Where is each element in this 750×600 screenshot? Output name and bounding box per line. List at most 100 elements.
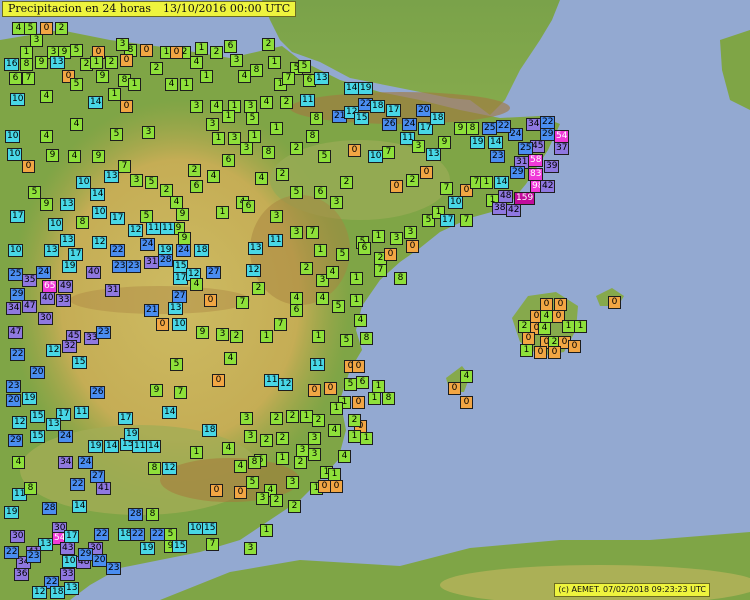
station-value: 22 bbox=[130, 528, 146, 541]
station-value: 18 bbox=[370, 100, 386, 113]
station-value: 3 bbox=[206, 118, 219, 131]
station-value: 1 bbox=[190, 446, 203, 459]
station-value: 10 bbox=[76, 176, 92, 189]
station-value: 2 bbox=[260, 434, 273, 447]
station-value: 5 bbox=[70, 78, 83, 91]
station-value: 1 bbox=[520, 344, 533, 357]
station-value: 1 bbox=[128, 78, 141, 91]
station-value: 1 bbox=[180, 78, 193, 91]
station-value: 2 bbox=[288, 500, 301, 513]
station-value: 4 bbox=[316, 292, 329, 305]
station-value: 14 bbox=[90, 188, 106, 201]
station-value: 5 bbox=[298, 60, 311, 73]
station-value: 54 bbox=[554, 130, 570, 143]
station-value: 7 bbox=[118, 160, 131, 173]
station-value: 28 bbox=[158, 254, 174, 267]
station-value: 23 bbox=[106, 562, 122, 575]
station-value: 6 bbox=[224, 40, 237, 53]
station-value: 5 bbox=[110, 128, 123, 141]
station-value: 0 bbox=[448, 382, 461, 395]
station-value: 1 bbox=[350, 272, 363, 285]
station-value: 17 bbox=[440, 214, 456, 227]
station-value: 10 bbox=[62, 555, 78, 568]
station-value: 10 bbox=[8, 244, 24, 257]
station-value: 21 bbox=[144, 304, 160, 317]
station-value: 40 bbox=[40, 292, 56, 305]
station-value: 1 bbox=[314, 244, 327, 257]
station-value: 32 bbox=[62, 340, 78, 353]
station-value: 1 bbox=[195, 42, 208, 55]
station-value: 10 bbox=[92, 206, 108, 219]
station-value: 0 bbox=[460, 396, 473, 409]
station-value: 2 bbox=[105, 56, 118, 69]
station-value: 4 bbox=[460, 370, 473, 383]
station-value: 28 bbox=[128, 508, 144, 521]
station-value: 29 bbox=[510, 166, 526, 179]
station-value: 4 bbox=[338, 450, 351, 463]
station-value: 29 bbox=[8, 434, 24, 447]
station-value: 8 bbox=[146, 508, 159, 521]
station-value: 13 bbox=[168, 302, 184, 315]
station-value: 2 bbox=[270, 494, 283, 507]
station-value: 12 bbox=[12, 416, 28, 429]
station-value: 14 bbox=[72, 500, 88, 513]
station-value: 11 bbox=[268, 234, 284, 247]
station-value: 5 bbox=[290, 186, 303, 199]
station-value: 4 bbox=[190, 278, 203, 291]
station-value: 8 bbox=[76, 216, 89, 229]
station-value: 3 bbox=[190, 100, 203, 113]
station-value: 22 bbox=[496, 120, 512, 133]
station-value: 23 bbox=[6, 380, 22, 393]
station-value: 2 bbox=[286, 410, 299, 423]
station-value: 1 bbox=[276, 452, 289, 465]
station-value: 30 bbox=[10, 530, 26, 543]
station-value: 24 bbox=[58, 430, 74, 443]
station-value: 0 bbox=[352, 360, 365, 373]
station-value: 22 bbox=[4, 546, 20, 559]
station-value: 25 bbox=[482, 122, 498, 135]
station-value: 0 bbox=[140, 44, 153, 57]
station-value: 22 bbox=[110, 244, 126, 257]
station-value: 26 bbox=[382, 118, 398, 131]
station-value: 20 bbox=[6, 394, 22, 407]
station-value: 6 bbox=[290, 304, 303, 317]
station-value: 15 bbox=[72, 356, 88, 369]
station-value: 0 bbox=[348, 144, 361, 157]
station-value: 11 bbox=[310, 358, 326, 371]
station-value: 3 bbox=[270, 210, 283, 223]
station-value: 7 bbox=[274, 318, 287, 331]
station-value: 30 bbox=[38, 312, 54, 325]
station-value: 18 bbox=[202, 424, 218, 437]
station-value: 24 bbox=[402, 118, 418, 131]
station-value: 2 bbox=[252, 282, 265, 295]
station-value: 1 bbox=[260, 524, 273, 537]
station-value: 6 bbox=[222, 154, 235, 167]
station-value: 2 bbox=[55, 22, 68, 35]
station-value: 3 bbox=[412, 140, 425, 153]
station-value: 5 bbox=[336, 248, 349, 261]
station-value: 14 bbox=[162, 406, 178, 419]
station-value: 13 bbox=[50, 56, 66, 69]
station-value: 14 bbox=[494, 176, 510, 189]
station-value: 159 bbox=[514, 192, 536, 205]
station-value: 23 bbox=[490, 150, 506, 163]
station-value: 5 bbox=[70, 44, 83, 57]
station-value: 3 bbox=[390, 232, 403, 245]
station-value: 22 bbox=[70, 478, 86, 491]
station-value: 0 bbox=[384, 248, 397, 261]
station-value: 4 bbox=[40, 130, 53, 143]
station-value: 2 bbox=[406, 174, 419, 187]
station-value: 3 bbox=[308, 432, 321, 445]
station-value: 3 bbox=[256, 492, 269, 505]
station-value: 3 bbox=[130, 174, 143, 187]
station-value: 12 bbox=[246, 264, 262, 277]
station-value: 26 bbox=[90, 386, 106, 399]
station-value: 7 bbox=[440, 182, 453, 195]
station-value: 3 bbox=[330, 196, 343, 209]
station-value: 6 bbox=[314, 186, 327, 199]
station-value: 8 bbox=[248, 456, 261, 469]
station-value: 0 bbox=[330, 480, 343, 493]
station-value: 7 bbox=[206, 538, 219, 551]
station-value: 8 bbox=[394, 272, 407, 285]
station-value: 20 bbox=[30, 366, 46, 379]
